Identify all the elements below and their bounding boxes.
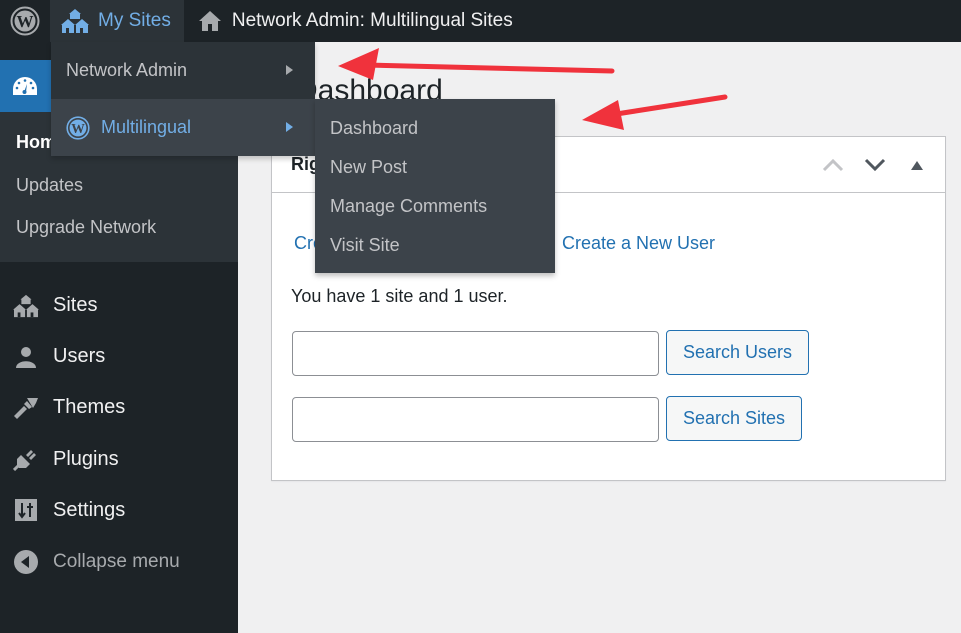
sidebar-item-plugins[interactable]: Plugins (0, 434, 238, 485)
network-title-label: Network Admin: Multilingual Sites (231, 10, 513, 31)
sidebar-sub-upgrade-network[interactable]: Upgrade Network (16, 217, 156, 238)
submenu-arrow-icon (286, 122, 293, 132)
menu-item-network-admin[interactable]: Network Admin (51, 42, 315, 99)
submenu-item-new-post[interactable]: New Post (315, 148, 555, 187)
search-users-button[interactable]: Search Users (666, 330, 810, 375)
sidebar-item-label: Settings (53, 498, 126, 521)
svg-text:W: W (17, 12, 34, 31)
chevron-up-icon (822, 158, 844, 172)
dashboard-icon (13, 77, 37, 95)
multisite-icon (61, 9, 89, 33)
sidebar-item-label: Users (53, 345, 106, 368)
user-icon (11, 344, 41, 370)
move-up-button[interactable] (821, 155, 845, 175)
sidebar-item-sites[interactable]: Sites (0, 280, 238, 331)
sidebar-sub-updates[interactable]: Updates (16, 175, 83, 196)
submenu-item-manage-comments[interactable]: Manage Comments (315, 187, 555, 226)
sidebar-item-label: Sites (53, 294, 98, 317)
paintbrush-icon (11, 395, 41, 421)
sidebar-item-label: Themes (53, 396, 126, 419)
collapse-icon (11, 549, 41, 575)
admin-bar: W My Sites Network Admin: Multilingual S… (0, 0, 961, 42)
sidebar-item-label: Plugins (53, 447, 119, 470)
toggle-panel-button[interactable] (905, 155, 929, 175)
create-new-user-link[interactable]: Create a New User (562, 233, 715, 254)
my-sites-dropdown: Network Admin W Multilingual (51, 42, 315, 156)
submenu-item-dashboard[interactable]: Dashboard (315, 109, 555, 148)
plugin-icon (11, 446, 41, 472)
wp-logo-menu[interactable]: W (0, 0, 50, 42)
home-icon (198, 11, 221, 31)
chevron-down-icon (864, 158, 886, 172)
annotation-arrow-multilingual (582, 94, 728, 130)
search-users-input[interactable] (292, 331, 659, 376)
sidebar-item-settings[interactable]: Settings (0, 485, 238, 536)
collapse-menu-button[interactable]: Collapse menu (0, 536, 238, 587)
network-admin-title[interactable]: Network Admin: Multilingual Sites (184, 0, 523, 42)
multilingual-submenu: Dashboard New Post Manage Comments Visit… (315, 99, 555, 273)
wordpress-logo-icon: W (66, 115, 90, 140)
menu-item-label: Network Admin (66, 60, 188, 80)
site-user-count: You have 1 site and 1 user. (291, 286, 508, 306)
triangle-up-icon (911, 161, 923, 170)
wordpress-logo-icon: W (10, 6, 40, 36)
search-sites-input[interactable] (292, 397, 659, 442)
settings-icon (11, 497, 41, 523)
submenu-item-visit-site[interactable]: Visit Site (315, 226, 555, 265)
my-sites-menu[interactable]: My Sites (50, 0, 184, 42)
menu-item-label: Multilingual (101, 117, 192, 137)
my-sites-label: My Sites (98, 10, 171, 31)
search-sites-button[interactable]: Search Sites (666, 396, 803, 441)
sidebar-menu: Sites Users Themes Plugins Settings Coll… (0, 280, 238, 587)
svg-text:W: W (71, 120, 85, 135)
submenu-arrow-icon (286, 65, 293, 75)
menu-item-multilingual[interactable]: W Multilingual (51, 99, 315, 156)
sidebar-item-users[interactable]: Users (0, 331, 238, 382)
sidebar-item-label: Collapse menu (53, 550, 180, 572)
sidebar-item-themes[interactable]: Themes (0, 382, 238, 433)
move-down-button[interactable] (863, 155, 887, 175)
widget-controls (821, 155, 929, 175)
multisite-icon (11, 293, 41, 319)
